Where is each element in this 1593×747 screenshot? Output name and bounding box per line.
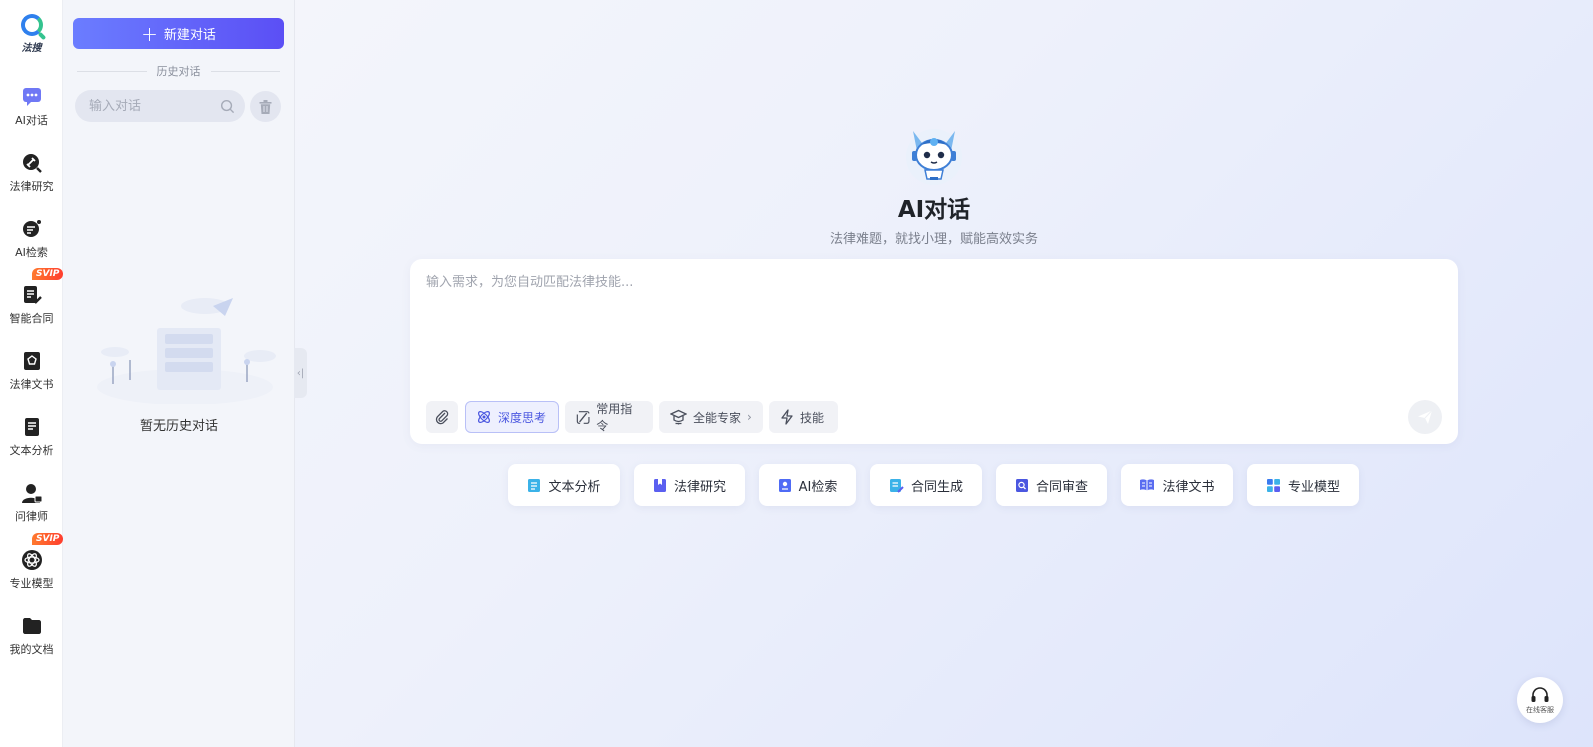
page-title: AI对话	[897, 197, 971, 223]
ai-search-icon	[22, 220, 41, 237]
search-icon[interactable]	[220, 99, 235, 114]
rail-item-text-analysis[interactable]: 文本分析	[0, 416, 63, 476]
headset-icon	[1531, 686, 1549, 702]
rail-item-pro-model[interactable]: SVIP 专业模型	[0, 533, 64, 609]
chip-contract-review[interactable]: 合同审查	[996, 464, 1107, 506]
ai-doc-icon	[778, 478, 791, 492]
history-search-box	[75, 90, 245, 122]
icon-rail: 法搜 AI对话 法律研究 AI检索 SVIP 智能合同 法律文书 文本分析 问律…	[0, 0, 64, 747]
rail-item-smart-contract[interactable]: SVIP 智能合同	[0, 268, 64, 344]
chip-contract-generation[interactable]: 合同生成	[870, 464, 982, 506]
plus-icon: +	[141, 21, 158, 46]
grid-icon	[1266, 478, 1280, 492]
chip-pro-model[interactable]: 专业模型	[1247, 464, 1359, 506]
rail-item-label: 问律师	[15, 510, 48, 523]
review-icon	[1015, 478, 1028, 492]
chip-text-analysis[interactable]: 文本分析	[508, 464, 620, 506]
chip-label: 合同生成	[910, 479, 963, 495]
atom-icon	[478, 411, 490, 423]
chip-legal-research[interactable]: 法律研究	[634, 464, 745, 506]
chevron-right-icon: ›	[747, 410, 752, 424]
chat-bubble-icon	[22, 88, 41, 106]
chip-legal-docs[interactable]: 法律文书	[1121, 464, 1233, 506]
support-label: 在线客服	[1526, 705, 1554, 714]
skills-button[interactable]: 技能	[769, 401, 838, 433]
text-analysis-icon	[528, 478, 541, 492]
collapse-chevron-icon: ‹|	[296, 367, 305, 379]
chip-label: 专业模型	[1287, 479, 1340, 495]
rail-item-label: AI对话	[15, 114, 48, 127]
page-subtitle: 法律难题，就找小理，赋能高效实务	[829, 232, 1038, 247]
deep-think-label: 深度思考	[498, 410, 547, 425]
empty-history-text: 暂无历史对话	[139, 419, 218, 434]
send-button[interactable]	[1408, 400, 1442, 434]
trash-icon	[259, 99, 272, 114]
new-chat-button[interactable]: + 新建对话	[73, 18, 284, 49]
empty-history-illustration	[97, 298, 276, 404]
rail-item-label: 专业模型	[9, 577, 54, 590]
chat-composer: 深度思考 常用指令 全能专家 › 技能	[410, 259, 1458, 444]
chip-label: 文本分析	[548, 479, 601, 495]
command-slash-icon	[576, 410, 590, 424]
attach-button[interactable]	[426, 401, 458, 433]
rail-item-label: 文本分析	[9, 444, 54, 457]
logo-mark-icon	[20, 14, 43, 36]
app-logo[interactable]: 法搜	[0, 14, 63, 54]
rail-item-label: 我的文档	[9, 643, 54, 656]
rail-item-label: 法律研究	[9, 180, 54, 193]
gavel-search-icon	[22, 154, 42, 173]
online-support-button[interactable]: 在线客服	[1517, 677, 1563, 723]
history-search-input[interactable]	[89, 98, 220, 114]
rail-item-label: AI检索	[15, 246, 48, 259]
expert-label: 全能专家	[693, 410, 742, 425]
rail-item-label: 智能合同	[9, 312, 54, 325]
history-panel: + 新建对话 历史对话 暂无历史对话	[63, 0, 295, 747]
svip-badge: SVIP	[32, 533, 64, 545]
lawyer-icon	[21, 484, 42, 503]
expert-selector[interactable]: 全能专家 ›	[659, 401, 763, 433]
clear-history-button[interactable]	[250, 91, 281, 122]
skills-label: 技能	[800, 410, 825, 425]
logo-text: 法搜	[21, 43, 42, 54]
assistant-mascot-avatar	[906, 129, 962, 185]
contract-edit-icon	[23, 286, 42, 304]
new-chat-label: 新建对话	[163, 28, 216, 43]
rail-item-label: 法律文书	[9, 378, 54, 391]
deep-think-toggle[interactable]: 深度思考	[465, 401, 559, 433]
chip-label: 法律文书	[1162, 479, 1215, 495]
send-plane-icon	[1418, 410, 1433, 424]
contract-icon	[889, 478, 904, 493]
paperclip-icon	[435, 410, 449, 425]
chip-label: 合同审查	[1035, 479, 1088, 495]
common-commands-button[interactable]: 常用指令	[565, 401, 653, 433]
rail-item-my-docs[interactable]: 我的文档	[0, 615, 63, 675]
rail-item-ai-chat[interactable]: AI对话	[0, 86, 63, 146]
history-title-text: 历史对话	[156, 65, 201, 78]
graduation-cap-icon	[670, 409, 687, 425]
svip-badge: SVIP	[32, 268, 64, 280]
common-commands-label: 常用指令	[596, 402, 633, 433]
rail-item-legal-docs[interactable]: 法律文书	[0, 350, 63, 410]
text-analysis-icon	[24, 418, 39, 436]
rail-item-legal-research[interactable]: 法律研究	[0, 152, 63, 212]
chip-ai-search[interactable]: AI检索	[759, 464, 856, 506]
model-atom-icon	[21, 550, 42, 570]
folder-icon	[22, 618, 41, 634]
chat-input[interactable]	[426, 271, 1436, 391]
book-icon	[653, 478, 666, 492]
chip-label: 法律研究	[673, 479, 726, 495]
open-book-icon	[1140, 479, 1155, 491]
collapse-panel-handle[interactable]: ‹|	[294, 348, 307, 398]
history-section-title: 历史对话	[77, 63, 280, 79]
lightning-icon	[781, 409, 793, 425]
legal-document-icon	[23, 352, 40, 370]
chip-label: AI检索	[798, 479, 838, 495]
